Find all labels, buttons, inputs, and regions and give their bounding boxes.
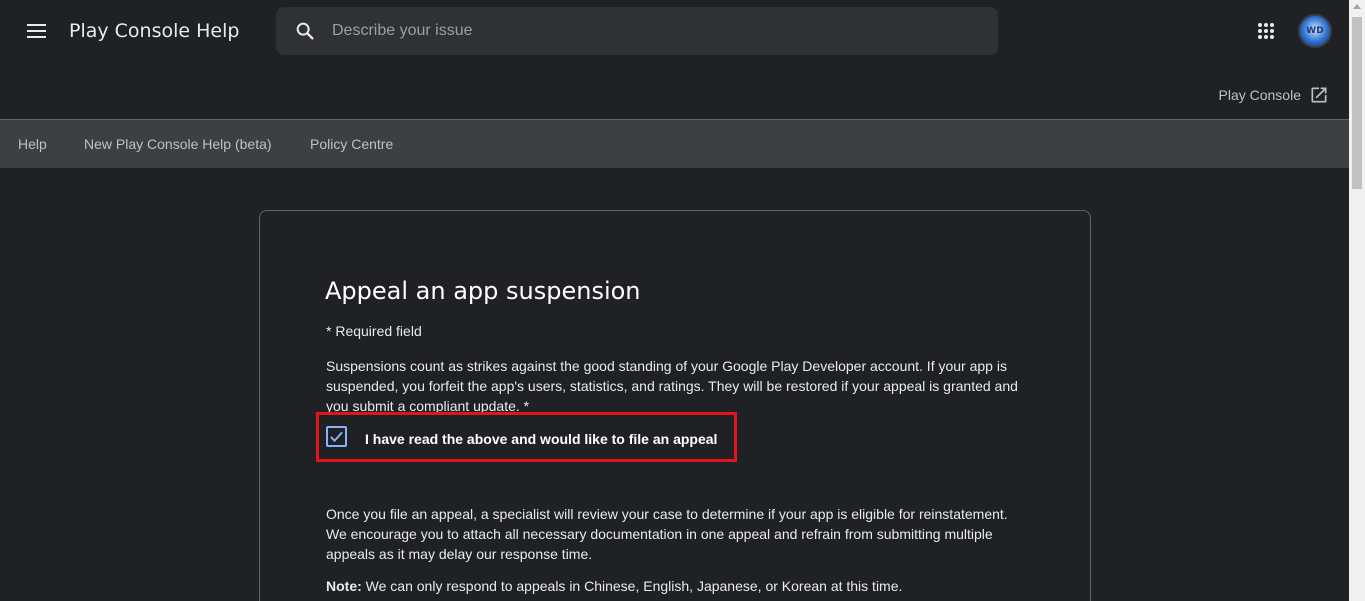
- scroll-up-arrow-icon[interactable]: [1353, 4, 1361, 9]
- play-console-link-label: Play Console: [1218, 87, 1302, 103]
- appeal-process-text: Once you file an appeal, a specialist wi…: [326, 506, 1008, 562]
- play-console-link[interactable]: Play Console: [1219, 85, 1330, 105]
- search-icon[interactable]: [294, 20, 316, 42]
- search-input[interactable]: [332, 19, 972, 43]
- appeal-consent-checkbox-row[interactable]: I have read the above and would like to …: [316, 412, 737, 462]
- avatar[interactable]: WD: [1298, 14, 1332, 48]
- nav-bar: Help New Play Console Help (beta) Policy…: [0, 119, 1349, 168]
- nav-item-help[interactable]: Help: [18, 136, 47, 152]
- appeal-form-card: Appeal an app suspension * Required fiel…: [259, 210, 1091, 601]
- top-app-bar: Play Console Help WD: [0, 0, 1349, 62]
- scrollbar-thumb[interactable]: [1352, 17, 1362, 189]
- nav-item-new-help[interactable]: New Play Console Help (beta): [84, 136, 272, 152]
- nav-item-policy-centre[interactable]: Policy Centre: [310, 136, 393, 152]
- suspension-info-text: Suspensions count as strikes against the…: [326, 358, 1018, 414]
- note-label: Note:: [326, 578, 362, 594]
- open-in-new-icon: [1311, 87, 1327, 103]
- note-text: We can only respond to appeals in Chines…: [361, 578, 903, 594]
- app-title[interactable]: Play Console Help: [69, 20, 239, 42]
- avatar-text: WD: [1306, 26, 1324, 36]
- apps-grid-icon[interactable]: [1257, 22, 1275, 40]
- hamburger-menu-icon[interactable]: [20, 15, 52, 47]
- page-scrollbar[interactable]: [1349, 0, 1365, 601]
- language-note: Note: We can only respond to appeals in …: [326, 576, 1026, 596]
- required-field-note: * Required field: [326, 323, 422, 339]
- search-bar[interactable]: [276, 7, 998, 55]
- page-title: Appeal an app suspension: [325, 277, 641, 305]
- sub-header: Play Console: [0, 62, 1349, 119]
- appeal-consent-label: I have read the above and would like to …: [365, 431, 718, 447]
- checkmark-icon: [330, 431, 343, 443]
- appeal-consent-checkbox[interactable]: [326, 426, 347, 447]
